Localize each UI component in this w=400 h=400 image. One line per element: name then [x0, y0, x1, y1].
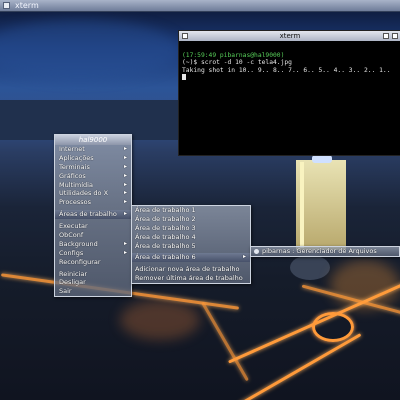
prompt-line: (17:59:49 pibarnas@hal9000) [182, 51, 285, 59]
menu-item-configs[interactable]: Configs ▸ [55, 249, 131, 258]
menu-item-label: Aplicações [59, 153, 94, 162]
menu-item-label: Executar [59, 222, 88, 231]
tower-top [312, 155, 332, 163]
menu-item-label: Área de trabalho 4 [135, 232, 196, 241]
chevron-right-icon: ▸ [123, 162, 127, 170]
roundabout [312, 312, 354, 342]
menu-item-processos[interactable]: Processos ▸ [55, 198, 131, 207]
menu-item-label: ObConf [59, 231, 84, 240]
menu-item-label: Gráficos [59, 171, 86, 180]
menu-item-executar[interactable]: Executar [55, 222, 131, 231]
road [238, 333, 362, 400]
menu-item-add-workspace[interactable]: Adicionar nova área de trabalho [132, 265, 250, 274]
menu-item-label: Área de trabalho 2 [135, 214, 196, 223]
command-line: (~)$ scrot -d 10 -c tela4.jpg [182, 59, 292, 66]
menu-item-obconf[interactable]: ObConf [55, 231, 131, 240]
chevron-right-icon: ▸ [123, 239, 127, 247]
xterm-title: xterm [15, 1, 39, 10]
menu-item-workspace-2[interactable]: Área de trabalho 2 [132, 215, 250, 224]
terminal-title: xterm [279, 32, 301, 40]
window-menu-icon[interactable] [182, 33, 188, 39]
menu-item-label: Terminais [59, 162, 90, 171]
menu-item-workspace-3[interactable]: Área de trabalho 3 [132, 224, 250, 233]
menu-item-label: Sair [59, 287, 72, 296]
chevron-right-icon: ▸ [123, 210, 127, 218]
close-icon[interactable] [392, 33, 398, 39]
menu-item-label: Background [59, 239, 98, 248]
chevron-right-icon: ▸ [123, 171, 127, 179]
root-menu-title: hal9000 [55, 135, 131, 145]
menu-item-workspace-6[interactable]: Área de trabalho 6 ▸ [132, 253, 250, 263]
menu-item-graficos[interactable]: Gráficos ▸ [55, 172, 131, 181]
menu-item-label: Reiniciar [59, 269, 87, 278]
menu-item-label: pibarnas : Gerenciador de Arquivos [262, 247, 377, 255]
workspaces-menu[interactable]: Área de trabalho 1 Área de trabalho 2 Ár… [131, 205, 251, 285]
menu-item-label: Internet [59, 145, 85, 153]
window-menu-icon[interactable] [3, 2, 10, 9]
menu-item-label: Área de trabalho 5 [135, 241, 196, 250]
city-glow [120, 300, 200, 340]
chevron-right-icon: ▸ [123, 198, 127, 206]
menu-item-workspace-1[interactable]: Área de trabalho 1 [132, 206, 250, 215]
chevron-right-icon: ▸ [242, 253, 246, 261]
menu-item-label: Área de trabalho 1 [135, 206, 196, 214]
menu-item-utilidades[interactable]: Utilidades do X ▸ [55, 189, 131, 198]
chevron-right-icon: ▸ [123, 248, 127, 256]
menu-item-label: Multimídia [59, 180, 93, 189]
menu-item-aplicacoes[interactable]: Aplicações ▸ [55, 154, 131, 163]
menu-item-reconfigurar[interactable]: Reconfigurar [55, 258, 131, 267]
menu-item-areas-de-trabalho[interactable]: Áreas de trabalho ▸ [55, 210, 131, 220]
root-menu[interactable]: hal9000 Internet ▸ Aplicações ▸ Terminais ▸… [54, 134, 132, 298]
window-icon [254, 248, 259, 254]
menu-item-label: Área de trabalho 3 [135, 223, 196, 232]
menu-item-label: Reconfigurar [59, 257, 101, 266]
chevron-right-icon: ▸ [123, 145, 127, 152]
terminal-output[interactable]: (17:59:49 pibarnas@hal9000) (~)$ scrot -… [182, 44, 399, 82]
menu-item-label: Área de trabalho 6 [135, 253, 196, 262]
menu-item-file-manager-window[interactable]: pibarnas : Gerenciador de Arquivos [251, 247, 399, 256]
road [201, 301, 249, 382]
menu-item-workspace-4[interactable]: Área de trabalho 4 [132, 233, 250, 242]
menu-item-background[interactable]: Background ▸ [55, 240, 131, 249]
chevron-right-icon: ▸ [123, 153, 127, 161]
sky-glow [0, 20, 180, 80]
output-line: Taking shot in 10.. 9.. 8.. 7.. 6.. 5.. … [182, 66, 391, 74]
menu-item-internet[interactable]: Internet ▸ [55, 145, 131, 154]
menu-item-workspace-5[interactable]: Área de trabalho 5 [132, 242, 250, 251]
menu-item-sair[interactable]: Sair [55, 287, 131, 296]
tower-light [300, 162, 304, 248]
menu-item-label: Configs [59, 248, 84, 257]
menu-item-remove-workspace[interactable]: Remover última área de trabalho [132, 274, 250, 283]
menu-item-label: Processos [59, 198, 92, 207]
terminal-cursor [182, 74, 186, 80]
bowl-building [290, 255, 330, 280]
menu-item-label: Desligar [59, 278, 86, 287]
terminal-titlebar[interactable]: xterm [179, 31, 400, 41]
xterm-window[interactable]: xterm (17:59:49 pibarnas@hal9000) (~)$ s… [178, 30, 400, 156]
menu-item-terminais[interactable]: Terminais ▸ [55, 163, 131, 172]
minimize-icon[interactable] [383, 33, 389, 39]
menu-item-label: Adicionar nova área de trabalho [135, 265, 240, 274]
menu-item-label: Remover última área de trabalho [135, 274, 243, 283]
window-list-menu[interactable]: pibarnas : Gerenciador de Arquivos [250, 246, 400, 257]
menu-item-label: Áreas de trabalho [59, 210, 117, 219]
city-glow [330, 260, 400, 310]
menu-item-label: Utilidades do X [59, 189, 109, 198]
xterm-titlebar-strip[interactable]: xterm [0, 0, 400, 12]
